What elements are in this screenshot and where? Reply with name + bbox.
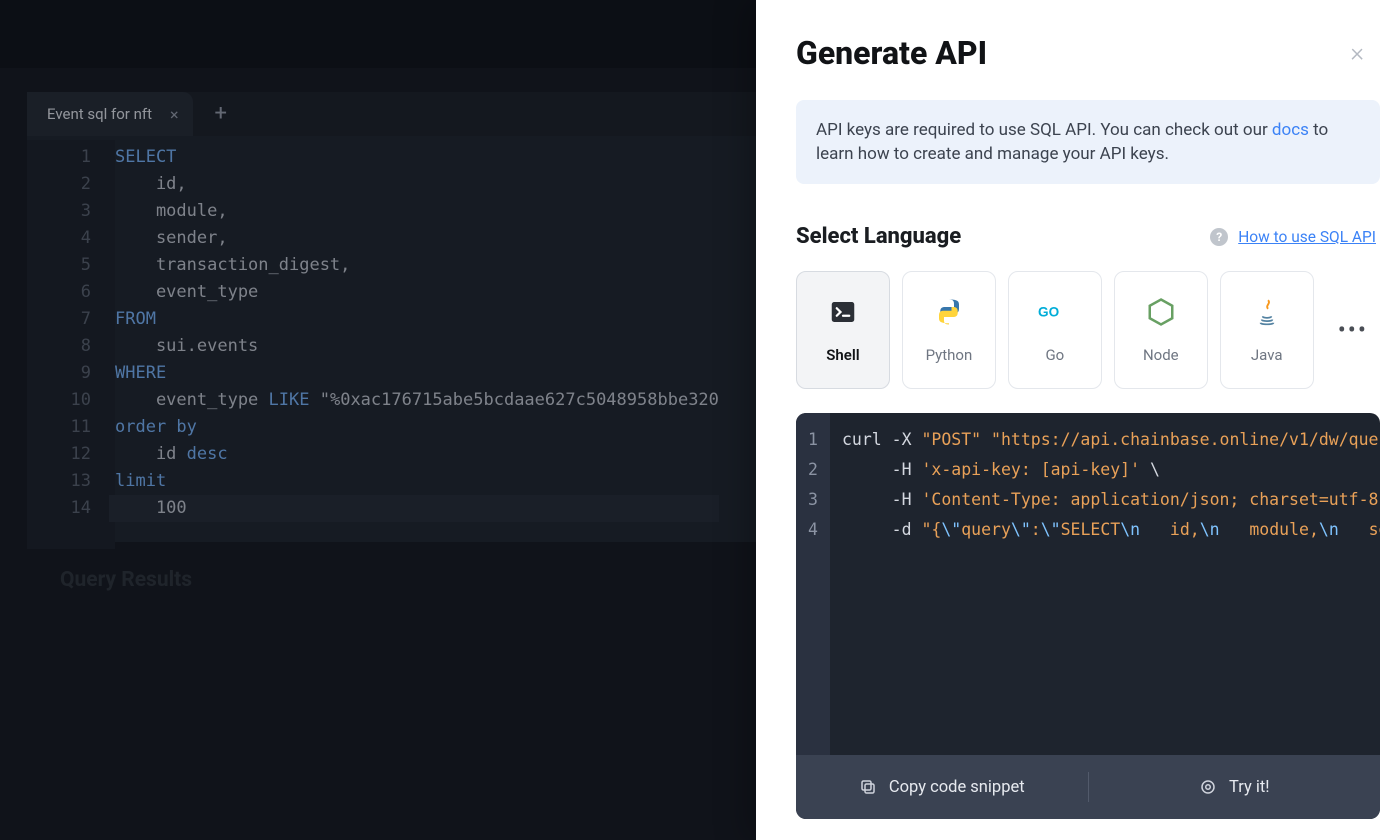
try-it-label: Try it!: [1229, 778, 1270, 797]
generate-api-panel: Generate API × API keys are required to …: [756, 0, 1400, 840]
java-icon: [1254, 296, 1280, 328]
snippet-code[interactable]: curl -X "POST" "https://api.chainbase.on…: [830, 413, 1380, 755]
node-icon: [1146, 296, 1176, 328]
how-to-use-link[interactable]: How to use SQL API: [1238, 228, 1376, 246]
language-go[interactable]: GO Go: [1008, 271, 1102, 389]
go-icon: GO: [1038, 296, 1072, 328]
language-label: Shell: [826, 346, 859, 364]
snippet-footer: Copy code snippet Try it!: [796, 755, 1380, 819]
language-node[interactable]: Node: [1114, 271, 1208, 389]
snippet-body: 1234 curl -X "POST" "https://api.chainba…: [796, 413, 1380, 755]
docs-link[interactable]: docs: [1272, 120, 1309, 140]
language-label: Python: [926, 346, 973, 364]
code-snippet-box: 1234 curl -X "POST" "https://api.chainba…: [796, 413, 1380, 819]
language-java[interactable]: Java: [1220, 271, 1314, 389]
select-language-title: Select Language: [796, 224, 961, 249]
python-icon: [934, 296, 964, 328]
panel-title: Generate API: [796, 34, 987, 72]
copy-code-label: Copy code snippet: [889, 778, 1025, 797]
copy-icon: [859, 778, 877, 796]
try-it-button[interactable]: Try it!: [1089, 778, 1381, 797]
target-icon: [1199, 778, 1217, 796]
help-icon: ?: [1210, 228, 1228, 246]
select-language-row: Select Language ? How to use SQL API: [796, 224, 1380, 249]
language-label: Node: [1143, 346, 1179, 364]
close-icon[interactable]: ×: [1350, 38, 1364, 68]
language-label: Go: [1045, 346, 1064, 364]
language-shell[interactable]: Shell: [796, 271, 890, 389]
copy-code-button[interactable]: Copy code snippet: [796, 778, 1088, 797]
language-label: Java: [1251, 346, 1283, 364]
api-keys-info-box: API keys are required to use SQL API. Yo…: [796, 100, 1380, 184]
language-python[interactable]: Python: [902, 271, 996, 389]
more-languages-button[interactable]: •••: [1326, 271, 1380, 389]
snippet-gutter: 1234: [796, 413, 830, 755]
info-text-prefix: API keys are required to use SQL API. Yo…: [816, 120, 1272, 140]
how-to-use-group: ? How to use SQL API: [1210, 228, 1376, 246]
shell-icon: [828, 296, 858, 328]
language-selector-row: Shell Python GO Go Node Java •••: [796, 271, 1380, 389]
panel-header: Generate API ×: [796, 34, 1380, 72]
svg-text:GO: GO: [1038, 305, 1059, 320]
